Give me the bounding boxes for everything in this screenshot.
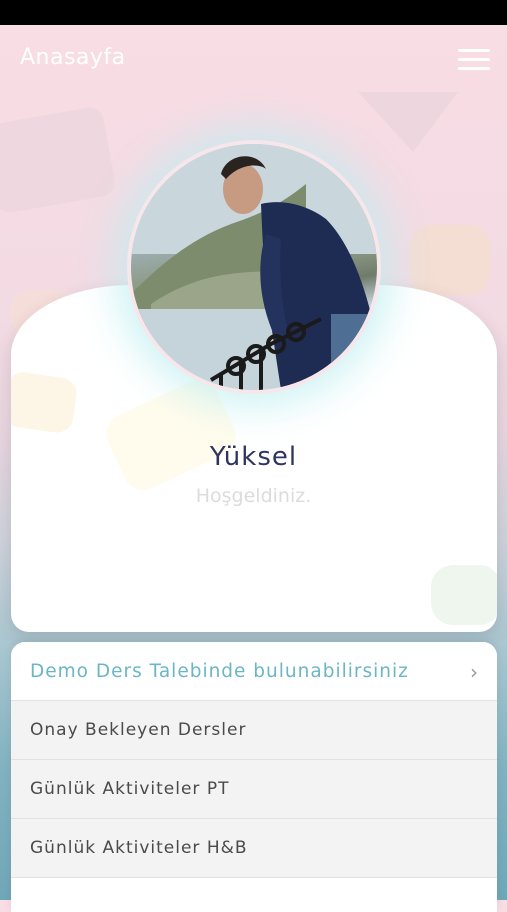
menu-list: Demo Ders Talebinde bulunabilirsiniz › O…	[11, 642, 497, 912]
avatar[interactable]	[127, 140, 381, 394]
list-item-daily-activities-pt[interactable]: Günlük Aktiviteler PT	[11, 760, 497, 819]
page-title: Anasayfa	[20, 45, 126, 70]
status-bar	[0, 0, 507, 25]
chevron-right-icon: ›	[470, 660, 479, 684]
list-item-label: Demo Ders Talebinde bulunabilirsiniz	[30, 660, 409, 682]
app-header: Anasayfa	[0, 25, 507, 95]
decorative-shape	[0, 105, 117, 215]
list-item-label: Günlük Aktiviteler PT	[30, 779, 230, 799]
welcome-text: Hoşgeldiniz.	[195, 485, 312, 507]
decorative-shape	[358, 92, 458, 152]
list-item-label: Onay Bekleyen Dersler	[30, 720, 247, 740]
user-name: Yüksel	[209, 442, 298, 472]
list-item[interactable]	[11, 878, 497, 912]
decorative-shape	[410, 225, 490, 295]
list-item-daily-activities-hb[interactable]: Günlük Aktiviteler H&B	[11, 819, 497, 878]
hamburger-menu-icon[interactable]	[458, 47, 492, 73]
list-item-pending-lessons[interactable]: Onay Bekleyen Dersler	[11, 701, 497, 760]
list-item-label: Günlük Aktiviteler H&B	[30, 838, 248, 858]
profile-photo	[131, 144, 377, 390]
list-item-demo-request[interactable]: Demo Ders Talebinde bulunabilirsiniz ›	[11, 642, 497, 701]
